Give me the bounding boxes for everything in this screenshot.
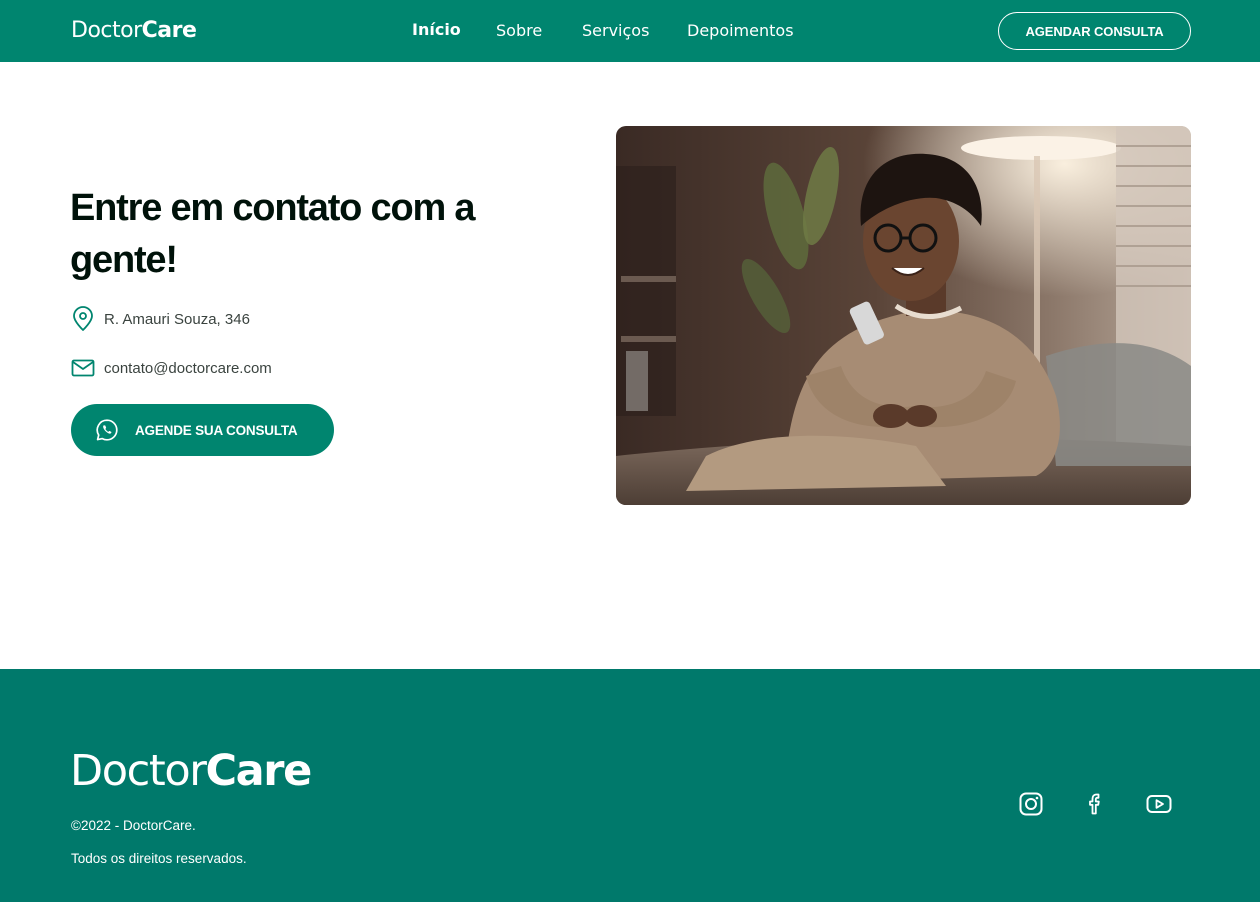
mail-icon [71,355,95,381]
copyright-text: ©2022 - DoctorCare. [71,818,196,833]
facebook-icon[interactable] [1082,791,1108,817]
whatsapp-schedule-button[interactable]: AGENDE SUA CONSULTA [71,404,334,456]
nav-item-depoimentos[interactable]: Depoimentos [687,20,794,42]
contact-address: R. Amauri Souza, 346 [71,306,250,332]
nav-item-inicio[interactable]: Início [412,19,461,41]
schedule-appointment-button[interactable]: AGENDAR CONSULTA [998,12,1191,50]
site-footer: DoctorCare ©2022 - DoctorCare. Todos os … [0,669,1260,902]
contact-photo [616,126,1191,505]
nav-item-sobre[interactable]: Sobre [496,20,542,42]
address-text: R. Amauri Souza, 346 [104,310,250,328]
photo-illustration [616,126,1191,505]
contact-email: contato@doctorcare.com [71,355,272,381]
footer-logo-text-light: Doctor [70,746,207,796]
footer-logo-text-bold: Care [205,746,313,796]
nav-item-servicos[interactable]: Serviços [582,20,649,42]
email-text[interactable]: contato@doctorcare.com [104,360,272,377]
whatsapp-button-label: AGENDE SUA CONSULTA [135,422,298,438]
location-pin-icon [71,306,95,332]
rights-text: Todos os direitos reservados. [71,851,247,866]
whatsapp-icon [95,418,119,442]
footer-logo[interactable]: DoctorCare [70,746,313,796]
instagram-icon[interactable] [1018,791,1044,817]
youtube-icon[interactable] [1146,791,1172,817]
site-header: DoctorCare Início Sobre Serviços Depoime… [0,0,1260,62]
contact-title: Entre em contato com a gente! [70,187,476,281]
